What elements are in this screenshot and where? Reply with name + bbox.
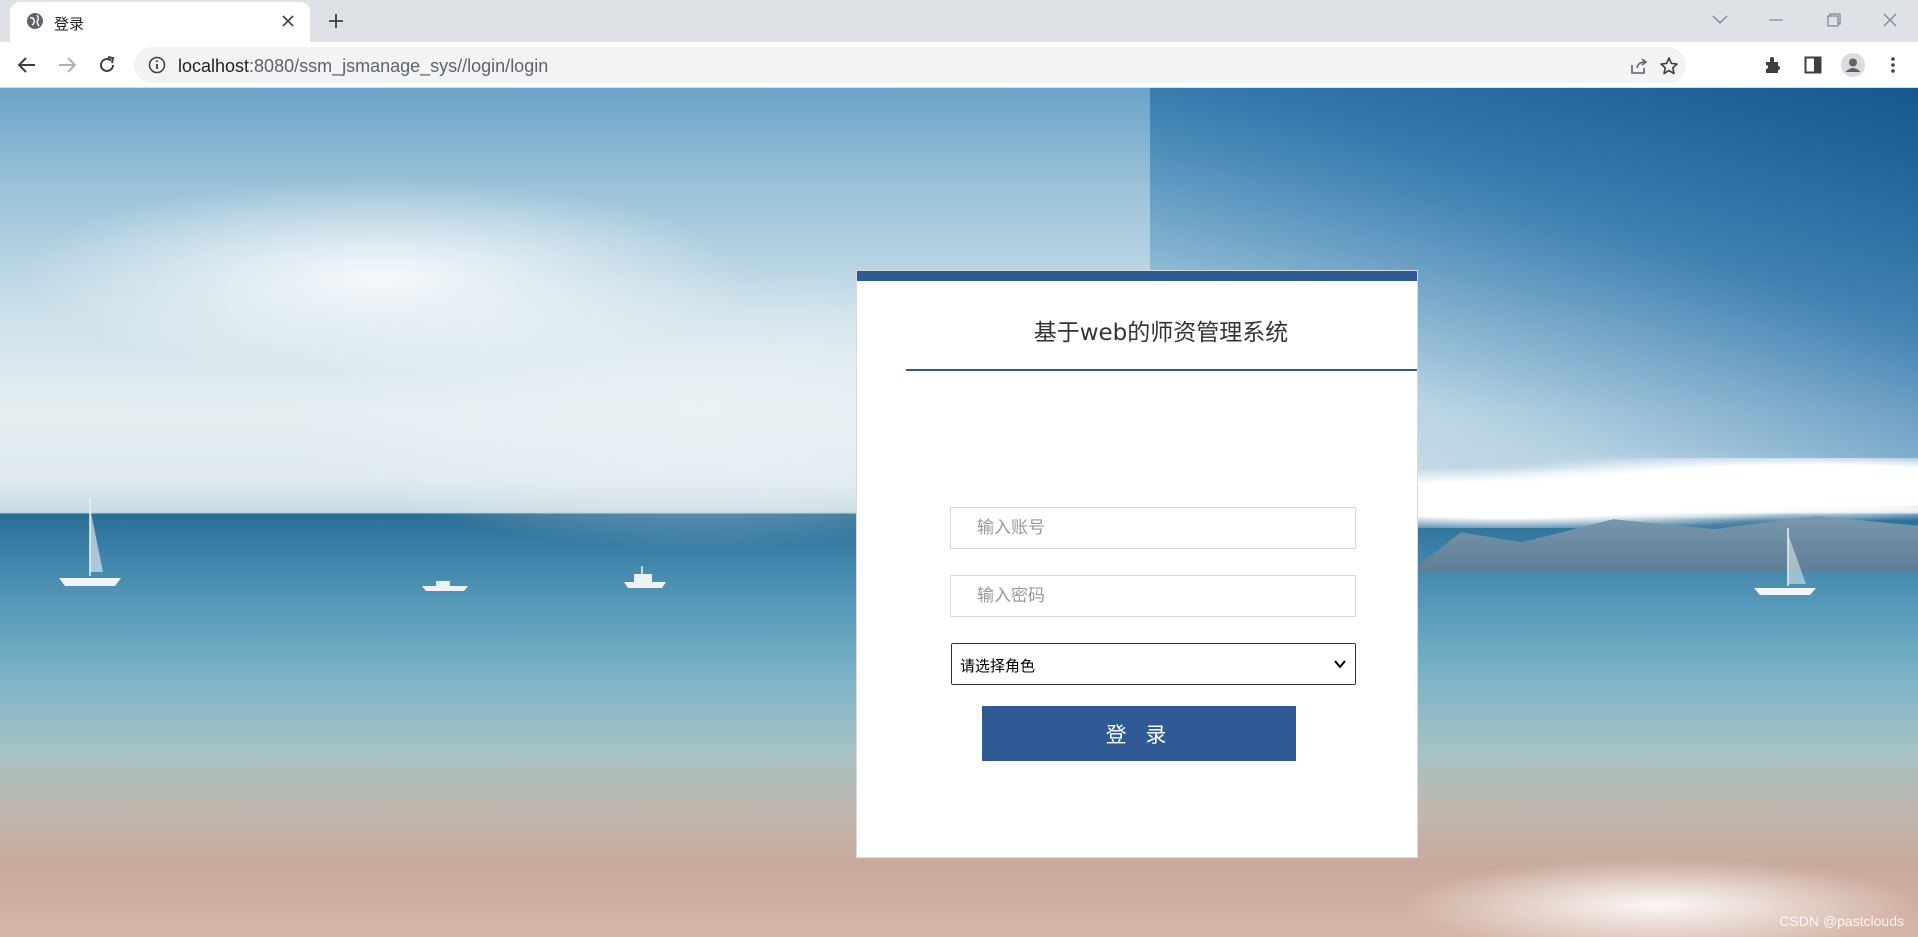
info-icon[interactable] [148, 56, 166, 74]
url-host: localhost [178, 56, 250, 76]
account-input[interactable] [950, 507, 1356, 549]
tab-strip: 登录 [0, 0, 1918, 42]
chevron-down-icon [1334, 660, 1346, 669]
boat-image [422, 581, 468, 591]
address-bar[interactable]: localhost:8080/ssm_jsmanage_sys//login/l… [134, 47, 1686, 83]
url-path: :8080/ssm_jsmanage_sys//login/login [249, 56, 549, 76]
card-top-bar [857, 271, 1417, 281]
login-button[interactable]: 登 录 [982, 706, 1296, 761]
extensions-icon[interactable] [1760, 52, 1786, 78]
globe-icon [27, 13, 43, 29]
role-select[interactable]: 请选择角色 [951, 643, 1356, 685]
back-icon[interactable] [12, 50, 42, 80]
page-title: 基于web的师资管理系统 [1033, 320, 1289, 346]
page-background: 基于web的师资管理系统 请选择角色 登 录 CSDN @pastclouds [0, 88, 1918, 937]
side-panel-icon[interactable] [1800, 52, 1826, 78]
url-text[interactable]: localhost:8080/ssm_jsmanage_sys//login/l… [178, 56, 548, 77]
clouds [1400, 458, 1918, 528]
star-icon[interactable] [1658, 55, 1680, 77]
title-underline [906, 369, 1417, 371]
sailboat-image [59, 498, 121, 586]
minimize-icon[interactable] [1756, 6, 1796, 34]
tab-title: 登录 [54, 15, 85, 33]
sailboat-image [1754, 528, 1816, 595]
browser-toolbar: localhost:8080/ssm_jsmanage_sys//login/l… [0, 42, 1918, 88]
login-card: 基于web的师资管理系统 请选择角色 登 录 [856, 270, 1418, 858]
reload-icon[interactable] [92, 50, 122, 80]
password-input[interactable] [950, 575, 1356, 617]
chevron-down-icon[interactable] [1700, 6, 1740, 34]
watermark: CSDN @pastclouds [1779, 913, 1904, 929]
close-icon[interactable] [278, 11, 298, 31]
close-icon[interactable] [1870, 6, 1910, 34]
boat-image [624, 566, 666, 588]
role-select-value: 请选择角色 [960, 657, 1036, 675]
share-icon[interactable] [1628, 55, 1650, 77]
profile-icon[interactable] [1840, 52, 1866, 78]
forward-icon[interactable] [52, 50, 82, 80]
plus-icon[interactable] [322, 9, 350, 33]
browser-tab[interactable]: 登录 [10, 2, 310, 42]
restore-icon[interactable] [1814, 6, 1854, 34]
menu-icon[interactable] [1880, 52, 1906, 78]
